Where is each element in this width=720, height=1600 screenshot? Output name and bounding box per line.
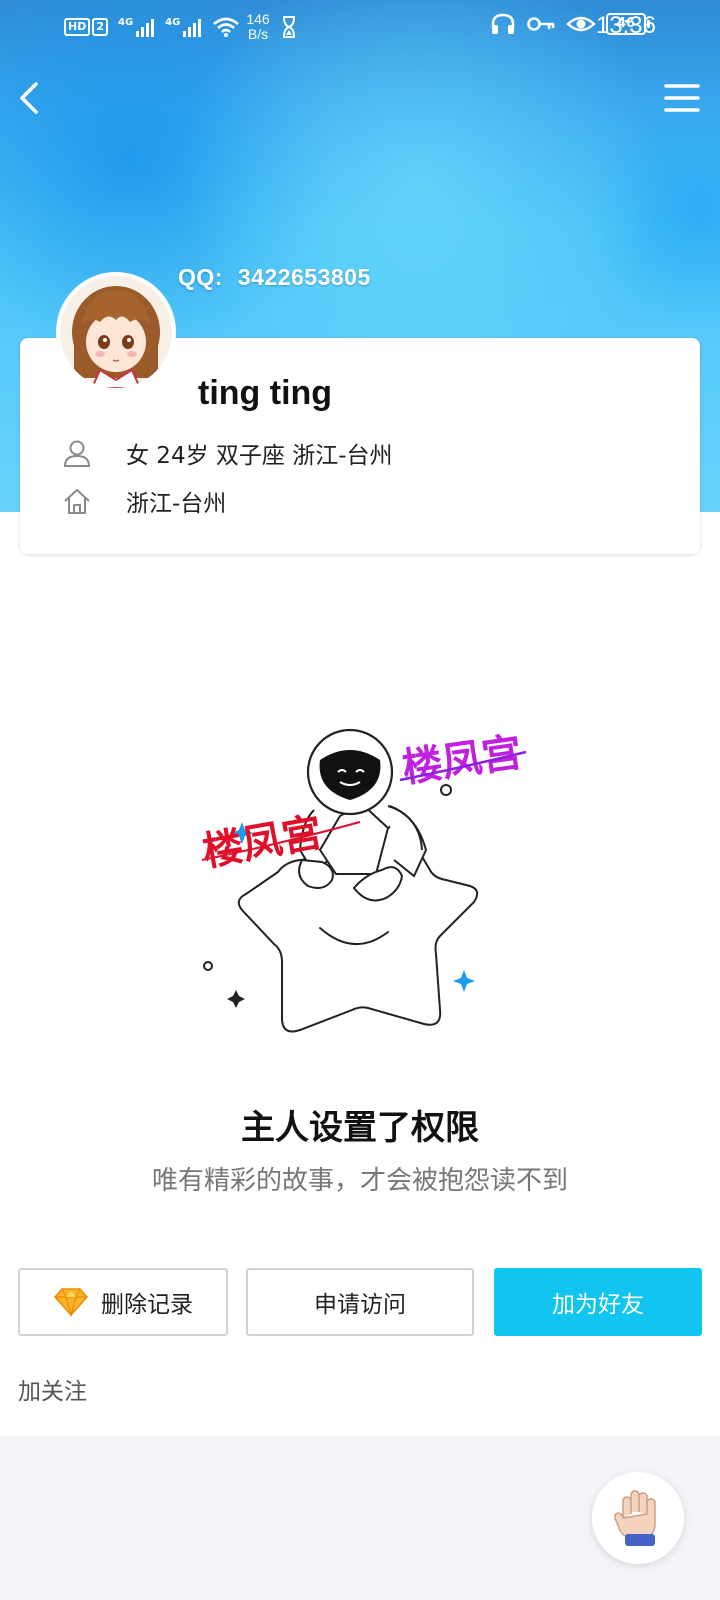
wifi-icon xyxy=(213,17,240,37)
raised-hand-icon xyxy=(614,1490,656,1546)
status-bar: HD 2 4G 4G 146 B/s 46 13:36 xyxy=(0,0,720,54)
delete-record-button[interactable]: 删除记录 xyxy=(18,1268,228,1336)
hometown-text: 浙江-台州 xyxy=(126,491,227,517)
back-button[interactable] xyxy=(10,76,50,120)
status-left: HD 2 4G 4G 146 B/s xyxy=(64,12,298,42)
delete-record-label: 删除记录 xyxy=(101,1292,193,1318)
watermark-text-magenta: 楼凤宫 xyxy=(400,730,525,792)
key-icon xyxy=(527,17,555,31)
qq-label: QQ: xyxy=(178,264,223,290)
network-speed: 146 B/s xyxy=(246,12,269,42)
qq-number-line: QQ: 3422653805 xyxy=(178,264,371,291)
basic-info-row: 女 24岁 双子座 浙江-台州 xyxy=(60,436,393,470)
chevron-left-icon xyxy=(20,82,38,114)
signal-bars-icon-2 xyxy=(183,19,202,37)
network-type-label-2: 4G xyxy=(165,17,181,28)
privacy-subtitle: 唯有精彩的故事，才会被抱怨读不到 xyxy=(151,1166,568,1196)
wave-hand-button[interactable] xyxy=(592,1472,684,1564)
request-access-button[interactable]: 申请访问 xyxy=(246,1268,474,1336)
privacy-illustration: 楼凤宫 楼凤宫 xyxy=(190,710,550,1070)
follow-link[interactable]: 加关注 xyxy=(18,1372,87,1406)
request-access-label: 申请访问 xyxy=(314,1292,406,1318)
eye-icon xyxy=(566,16,596,32)
home-icon xyxy=(60,484,94,518)
signal-icon-2: 4G xyxy=(165,17,204,37)
hd-badge: HD xyxy=(64,18,91,36)
signal-icon: 4G xyxy=(118,17,157,37)
headphones-icon xyxy=(491,13,515,34)
avatar[interactable] xyxy=(56,272,176,392)
add-friend-button[interactable]: 加为好友 xyxy=(494,1268,702,1336)
hourglass-icon xyxy=(282,16,295,38)
hometown-row: 浙江-台州 xyxy=(60,484,226,518)
nickname: ting ting xyxy=(198,374,333,412)
clock: 13:36 xyxy=(595,12,656,39)
network-speed-value: 146 xyxy=(246,11,270,27)
privacy-title: 主人设置了权限 xyxy=(241,1108,479,1148)
add-friend-label: 加为好友 xyxy=(552,1292,644,1318)
person-icon xyxy=(60,436,94,470)
hamburger-menu-icon xyxy=(664,84,700,112)
network-speed-unit: B/s xyxy=(247,26,269,42)
astronaut-star-illustration: 楼凤宫 楼凤宫 xyxy=(199,728,527,1033)
qq-number[interactable]: 3422653805 xyxy=(238,264,371,290)
diamond-icon xyxy=(54,1288,88,1317)
basic-info-text: 女 24岁 双子座 浙江-台州 xyxy=(126,443,393,469)
network-type-label: 4G xyxy=(118,17,134,28)
sim2-badge: 2 xyxy=(92,18,108,36)
avatar-image xyxy=(60,276,172,388)
more-menu-button[interactable] xyxy=(662,78,702,118)
signal-bars-icon xyxy=(136,19,155,37)
